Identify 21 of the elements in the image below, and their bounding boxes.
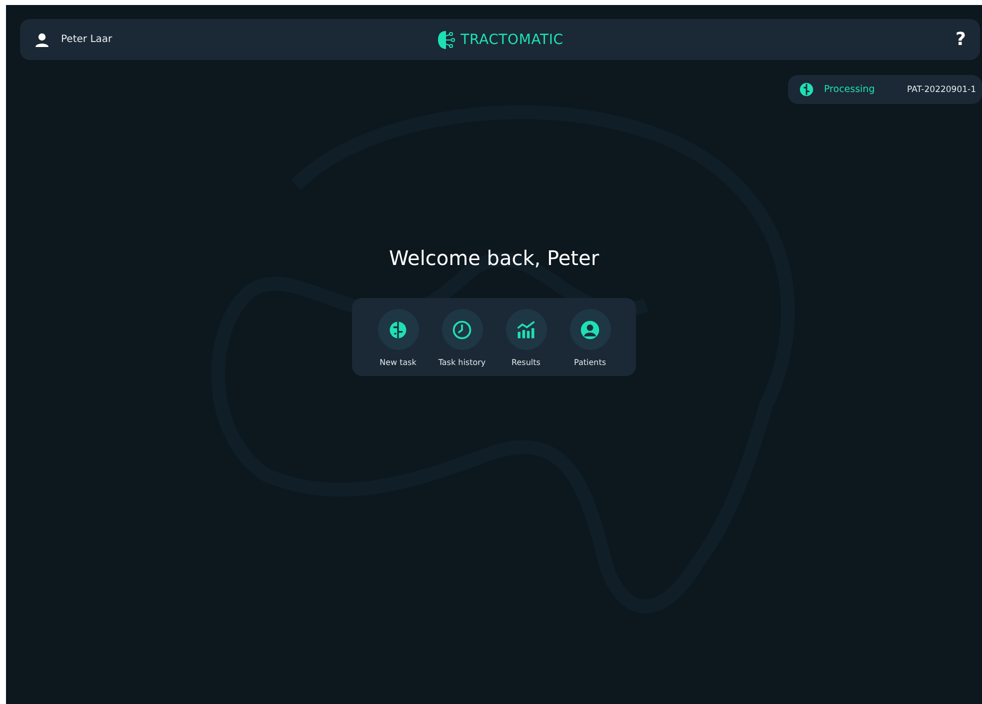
app-logo-text: TRACTOMATIC xyxy=(460,32,564,48)
brain-icon xyxy=(798,81,815,98)
welcome-heading: Welcome back, Peter xyxy=(388,246,600,270)
action-button[interactable] xyxy=(506,309,546,350)
clock-icon xyxy=(451,318,473,340)
action-label: Task history xyxy=(438,358,486,367)
status-pill[interactable]: Processing PAT-20220901-1 xyxy=(788,75,982,104)
action-label: Patients xyxy=(574,358,606,367)
bar-chart-icon xyxy=(515,318,537,340)
user-name: Peter Laar xyxy=(61,34,112,45)
patient-id: PAT-20220901-1 xyxy=(907,84,976,94)
status-label: Processing xyxy=(824,84,876,95)
action-label: Results xyxy=(512,358,540,367)
help-button[interactable]: ? xyxy=(766,29,966,50)
action-button[interactable] xyxy=(378,309,418,350)
action-label: New task xyxy=(380,358,416,367)
person-icon xyxy=(579,318,601,340)
action-button[interactable] xyxy=(570,309,610,350)
brain-logo-icon xyxy=(436,30,455,50)
action-button[interactable] xyxy=(442,309,482,350)
user-icon[interactable] xyxy=(34,32,50,48)
